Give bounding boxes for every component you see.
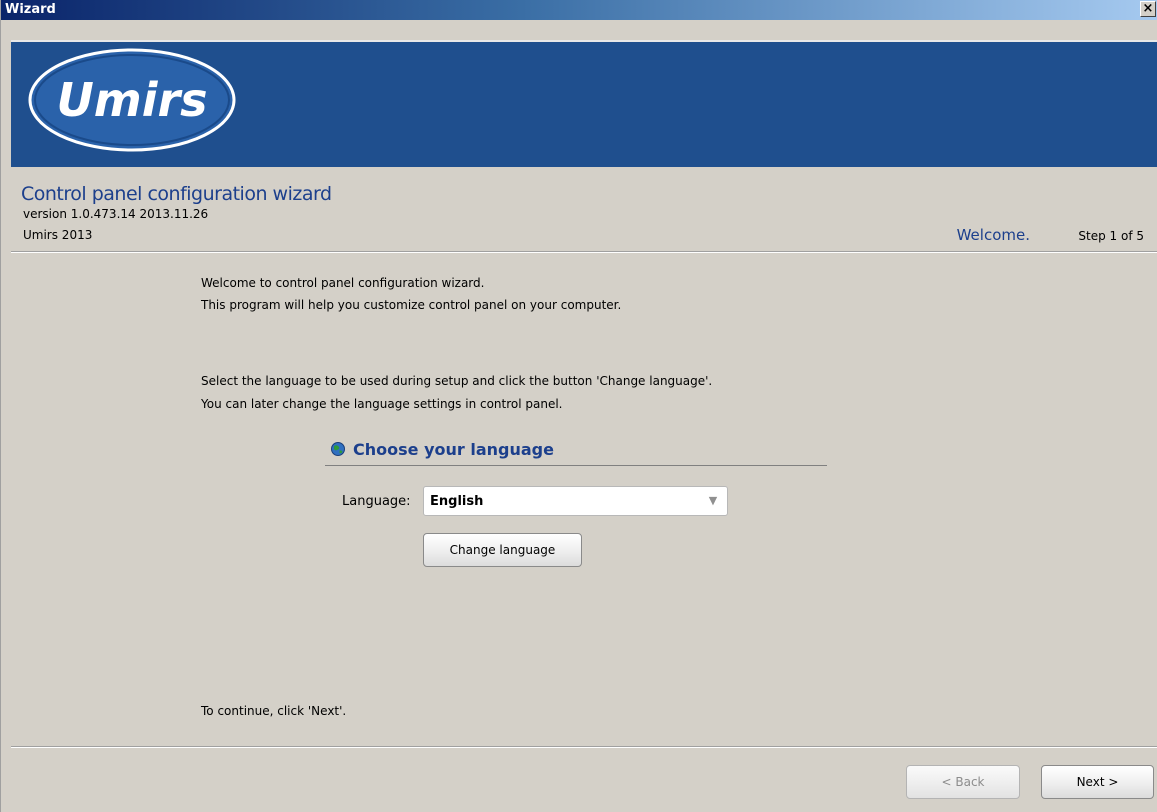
globe-icon: [331, 442, 345, 456]
wizard-window: Wizard × Umirs Control panel configurati…: [0, 0, 1157, 812]
intro-line-2: This program will help you customize con…: [201, 298, 622, 312]
next-button[interactable]: Next >: [1041, 765, 1154, 799]
step-name: Welcome.: [956, 226, 1030, 244]
choose-language-heading: Choose your language: [353, 440, 554, 459]
header-separator: [11, 251, 1157, 253]
umirs-logo: Umirs: [28, 48, 236, 152]
language-select-value: English: [430, 494, 484, 509]
language-select[interactable]: English ▼: [423, 486, 728, 516]
banner: Umirs: [11, 42, 1157, 167]
version-text: version 1.0.473.14 2013.11.26: [23, 207, 209, 221]
change-language-button[interactable]: Change language: [423, 533, 582, 567]
logo-text: Umirs: [56, 73, 207, 127]
intro-line-1: Welcome to control panel configuration w…: [201, 276, 485, 290]
back-button[interactable]: < Back: [906, 765, 1020, 799]
close-button[interactable]: ×: [1140, 1, 1156, 17]
language-instruction-line-1: Select the language to be used during se…: [201, 374, 713, 388]
choose-language-underline: [325, 465, 827, 466]
window-title: Wizard: [5, 2, 56, 17]
language-instruction-line-2: You can later change the language settin…: [201, 397, 563, 411]
title-bar[interactable]: Wizard ×: [1, 0, 1157, 20]
language-label: Language:: [342, 494, 411, 509]
wizard-header: Control panel configuration wizard versi…: [11, 167, 1157, 251]
footer-separator: [11, 746, 1157, 748]
continue-instruction: To continue, click 'Next'.: [201, 704, 347, 718]
step-count: Step 1 of 5: [1078, 229, 1144, 243]
chevron-down-icon[interactable]: ▼: [705, 493, 721, 509]
company-text: Umirs 2013: [23, 228, 93, 242]
wizard-title: Control panel configuration wizard: [21, 183, 332, 205]
